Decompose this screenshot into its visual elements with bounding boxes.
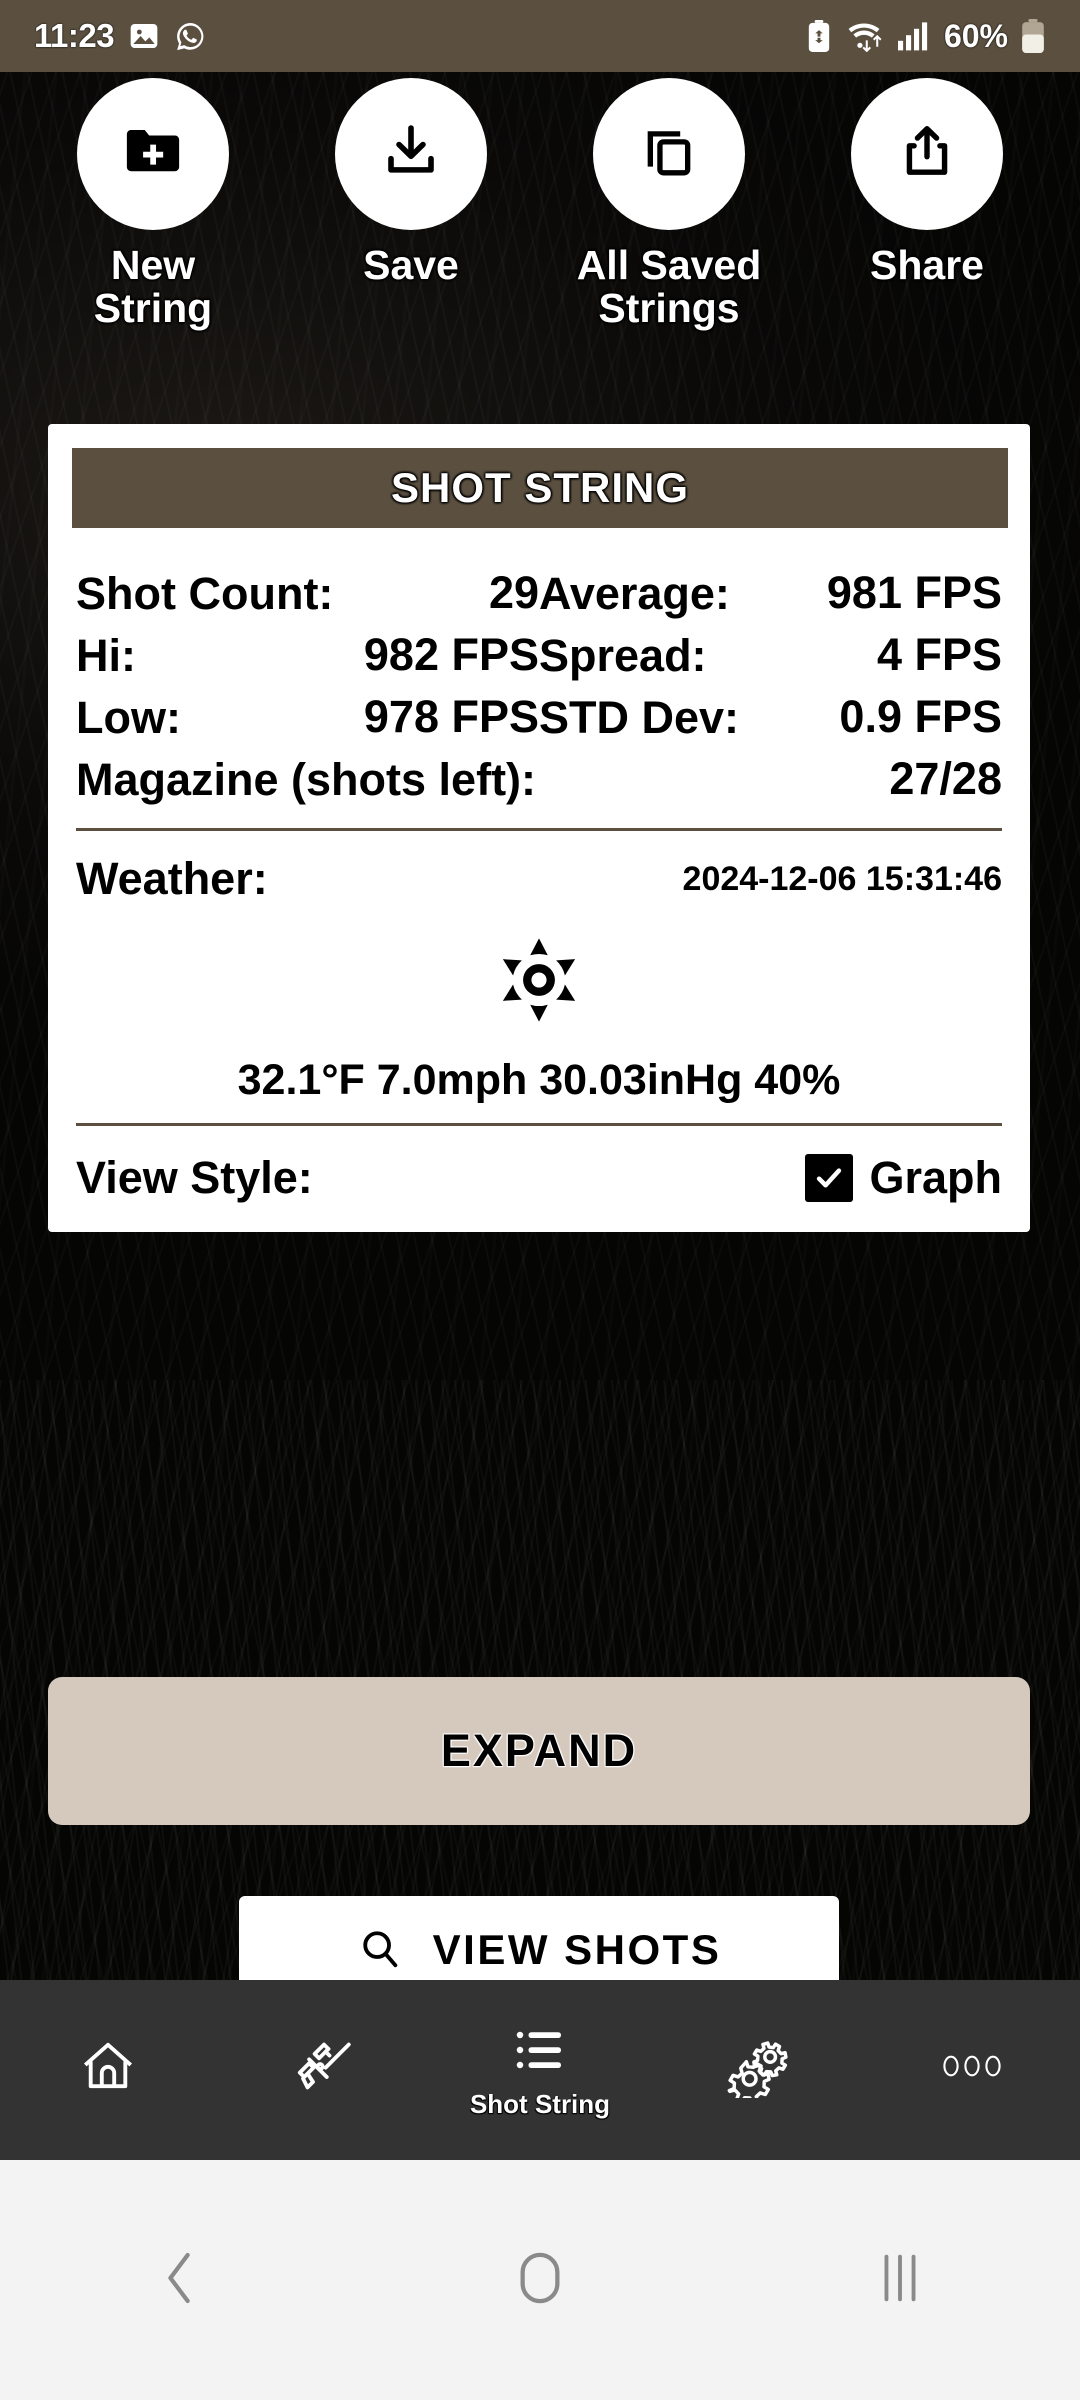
stat-value: 27/28: [889, 753, 1002, 804]
stat-shot-count: Shot Count: 29: [76, 562, 539, 624]
all-saved-strings-button-circle[interactable]: [593, 78, 745, 230]
top-action-bar: New String Save All Saved Strings Share: [0, 78, 1080, 330]
sun-icon: [490, 931, 588, 1034]
gears-icon: [724, 2034, 788, 2105]
view-style-label: View Style:: [76, 1152, 313, 1203]
stat-std-dev: STD Dev: 0.9 FPS: [539, 686, 1002, 748]
share-button-circle[interactable]: [851, 78, 1003, 230]
stats-row: Shot Count: 29 Average: 981 FPS: [76, 562, 1002, 624]
weather-header: Weather: 2024-12-06 15:31:46: [76, 853, 1002, 905]
all-saved-strings-label: All Saved Strings: [576, 242, 762, 332]
nav-item-home[interactable]: [0, 1980, 216, 2160]
nav-item-more[interactable]: [864, 1980, 1080, 2160]
view-style-option[interactable]: Graph: [805, 1152, 1002, 1204]
share-icon: [896, 121, 958, 188]
stat-value: 978 FPS: [363, 691, 539, 742]
stat-label: Low:: [76, 691, 181, 743]
weather-readings: 32.1°F 7.0mph 30.03inHg 40%: [237, 1056, 841, 1104]
graph-option-label: Graph: [869, 1152, 1002, 1203]
nav-label-shot-string: Shot String: [469, 2089, 611, 2119]
photo-icon: [128, 20, 160, 52]
weather-label: Weather:: [76, 853, 268, 904]
android-home-button[interactable]: [440, 2220, 640, 2340]
home-circle-icon: [513, 2247, 567, 2314]
all-saved-strings-button[interactable]: All Saved Strings: [561, 78, 777, 330]
expand-button-label: EXPAND: [440, 1725, 638, 1776]
list-icon: [510, 2020, 570, 2085]
graph-checkbox[interactable]: [805, 1154, 854, 1202]
stat-value: 4 FPS: [876, 629, 1002, 680]
battery-saver-icon: [806, 20, 832, 52]
save-button-circle[interactable]: [335, 78, 487, 230]
battery-percent: 60%: [943, 17, 1008, 54]
view-style-section: View Style: Graph: [48, 1126, 1030, 1226]
stats-row: Hi: 982 FPS Spread: 4 FPS: [76, 624, 1002, 686]
battery-icon: [1020, 19, 1046, 53]
android-back-button[interactable]: [80, 2220, 280, 2340]
stats-grid: Shot Count: 29 Average: 981 FPS Hi: 982 …: [48, 528, 1030, 810]
bottom-navigation: Shot String: [0, 1980, 1080, 2160]
more-icon: [939, 2051, 1005, 2086]
stat-value: 981 FPS: [826, 567, 1002, 618]
status-bar: 11:23 60%: [0, 0, 1080, 72]
nav-item-settings[interactable]: [648, 1980, 864, 2160]
whatsapp-icon: [174, 20, 207, 53]
back-icon: [157, 2247, 203, 2314]
android-navigation-bar: [0, 2160, 1080, 2400]
download-icon: [379, 120, 443, 189]
stats-row: Low: 978 FPS STD Dev: 0.9 FPS: [76, 686, 1002, 748]
wifi-icon: [844, 20, 884, 52]
stat-low: Low: 978 FPS: [76, 686, 539, 748]
expand-button[interactable]: EXPAND: [48, 1677, 1030, 1825]
card-header: SHOT STRING: [72, 448, 1008, 528]
stat-label: STD Dev:: [539, 691, 740, 743]
stats-row: Magazine (shots left): 27/28: [76, 748, 1002, 810]
search-icon: [357, 1925, 403, 1976]
stat-hi: Hi: 982 FPS: [76, 624, 539, 686]
stat-label: Shot Count:: [76, 567, 334, 619]
save-button[interactable]: Save: [303, 78, 519, 287]
app-screen: 11:23 60% New String Save All Saved Stri…: [0, 0, 1080, 2400]
signal-icon: [896, 20, 932, 52]
new-string-button[interactable]: New String: [45, 78, 261, 330]
view-shots-button-label: VIEW SHOTS: [432, 1926, 722, 1973]
stat-label: Spread:: [539, 629, 707, 681]
weather-icon-wrap: [76, 931, 1002, 1034]
stat-value: 29: [488, 567, 539, 618]
status-bar-left: 11:23: [34, 17, 207, 55]
recents-icon: [876, 2249, 924, 2312]
status-bar-right: 60%: [806, 18, 1046, 55]
weather-timestamp: 2024-12-06 15:31:46: [682, 859, 1002, 898]
stat-spread: Spread: 4 FPS: [539, 624, 1002, 686]
stat-value: 0.9 FPS: [839, 691, 1002, 742]
save-label: Save: [363, 242, 459, 288]
nav-item-rifle[interactable]: [216, 1980, 432, 2160]
stat-value: 982 FPS: [363, 629, 539, 680]
stat-label: Hi:: [76, 629, 136, 681]
share-button[interactable]: Share: [819, 78, 1035, 287]
nav-item-shot-string[interactable]: Shot String: [432, 1980, 648, 2160]
share-label: Share: [870, 242, 984, 288]
stat-label: Average:: [539, 567, 730, 619]
stat-label: Magazine (shots left):: [76, 753, 537, 805]
status-bar-clock: 11:23: [34, 17, 115, 54]
weather-section: Weather: 2024-12-06 15:31:46 32.1°F 7.0m…: [48, 831, 1030, 1105]
shot-string-card: SHOT STRING Shot Count: 29 Average: 981 …: [48, 424, 1030, 1232]
home-icon: [77, 2035, 139, 2102]
page-title: SHOT STRING: [390, 464, 689, 511]
stat-magazine: Magazine (shots left): 27/28: [76, 748, 1002, 810]
android-recents-button[interactable]: [800, 2220, 1000, 2340]
new-string-label: New String: [93, 242, 213, 332]
copy-icon: [637, 120, 701, 189]
new-string-button-circle[interactable]: [77, 78, 229, 230]
new-folder-icon: [120, 119, 186, 190]
stat-average: Average: 981 FPS: [539, 562, 1002, 624]
rifle-icon: [291, 2033, 357, 2104]
